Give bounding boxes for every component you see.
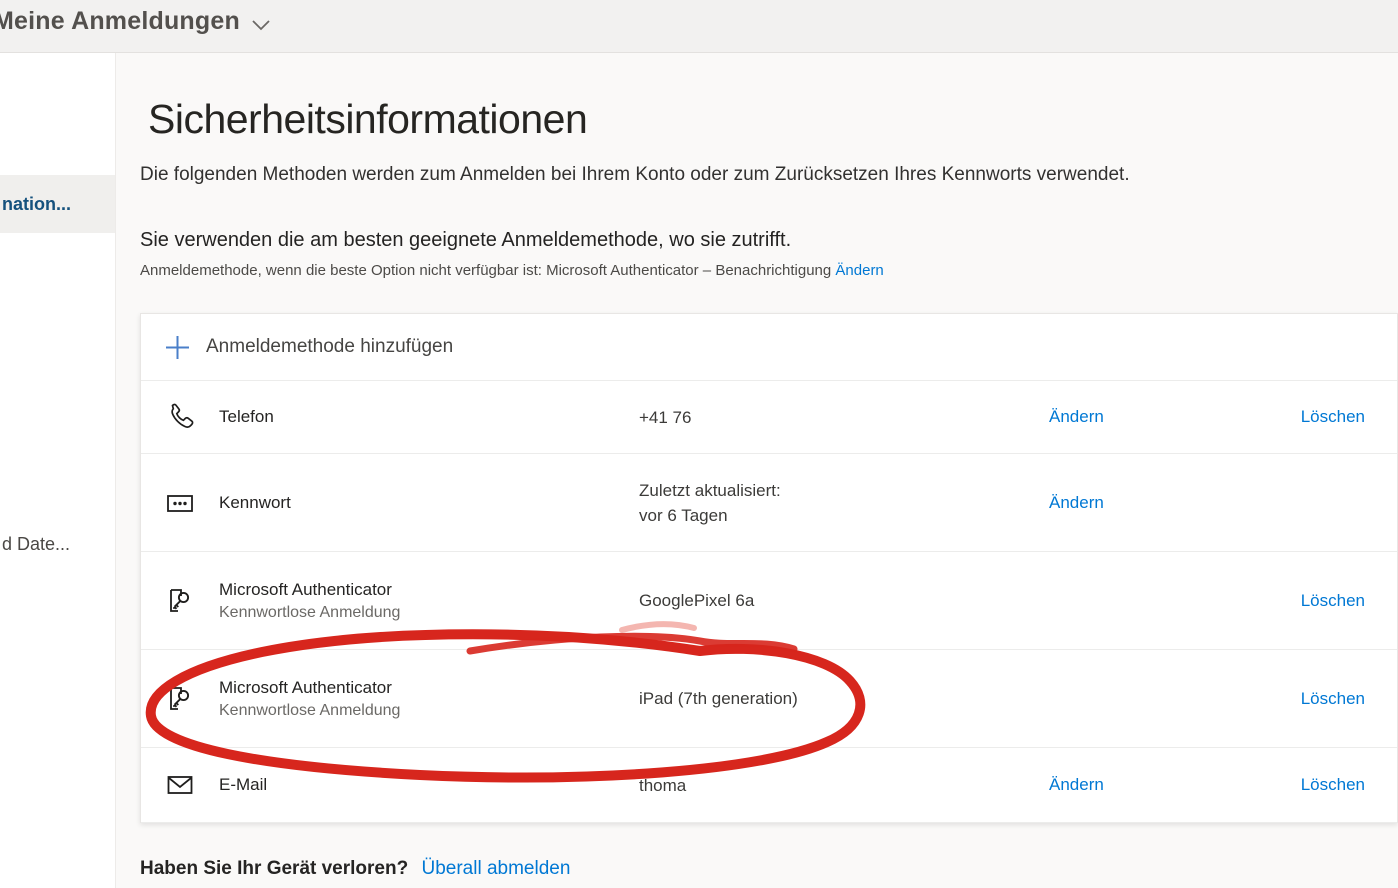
method-value: +41 76: [639, 405, 1049, 430]
app-title-dropdown[interactable]: Meine Anmeldungen: [0, 7, 270, 36]
method-value: Zuletzt aktualisiert:vor 6 Tagen: [639, 478, 1049, 528]
method-label: Kennwort: [219, 493, 639, 513]
add-method-button[interactable]: Anmeldemethode hinzufügen: [141, 314, 1397, 381]
method-row: Kennwort Zuletzt aktualisiert:vor 6 Tage…: [141, 454, 1397, 552]
delete-link[interactable]: Löschen: [1301, 689, 1365, 708]
chevron-down-icon: [252, 19, 270, 31]
method-label: E-Mail: [219, 775, 639, 795]
change-link[interactable]: Ändern: [1049, 775, 1104, 794]
sign-out-everywhere-link[interactable]: Überall abmelden: [421, 858, 570, 879]
method-value: iPad (7th generation): [639, 686, 1049, 711]
method-row: Microsoft Authenticator Kennwortlose Anm…: [141, 552, 1397, 650]
page-subtitle: Die folgenden Methoden werden zum Anmeld…: [140, 164, 1290, 186]
delete-link[interactable]: Löschen: [1301, 407, 1365, 426]
app-title: Meine Anmeldungen: [0, 7, 240, 36]
method-value: GooglePixel 6a: [639, 588, 1049, 613]
sidebar-item-label: d Date...: [2, 534, 70, 555]
sidebar-item-label: nation...: [2, 194, 71, 215]
method-value: thoma: [639, 773, 1049, 798]
change-link[interactable]: Ändern: [1049, 407, 1104, 426]
method-rows: Telefon +41 76 Ändern Löschen Kennwort Z…: [141, 381, 1397, 823]
page-title: Sicherheitsinformationen: [148, 96, 587, 143]
sidebar-item-security-info[interactable]: nation...: [0, 175, 115, 233]
lost-device-question: Haben Sie Ihr Gerät verloren?: [140, 858, 408, 879]
sidebar-nav: nation... d Date...: [0, 53, 116, 888]
method-label: Microsoft Authenticator: [219, 580, 639, 600]
delete-link[interactable]: Löschen: [1301, 591, 1365, 610]
method-row: E-Mail thoma Ändern Löschen: [141, 748, 1397, 823]
main-content: Sicherheitsinformationen Die folgenden M…: [116, 53, 1398, 888]
my-signins-page: Meine Anmeldungen nation... d Date... Si…: [0, 0, 1398, 888]
authenticator-icon: [164, 585, 196, 617]
fallback-method-text: Anmeldemethode, wenn die beste Option ni…: [140, 262, 831, 279]
method-row-annotated: Microsoft Authenticator Kennwortlose Anm…: [141, 650, 1397, 748]
authenticator-icon: [164, 683, 196, 715]
plus-icon: [164, 334, 191, 361]
method-sublabel: Kennwortlose Anmeldung: [219, 604, 639, 622]
method-sublabel: Kennwortlose Anmeldung: [219, 702, 639, 720]
email-icon: [164, 769, 196, 801]
fallback-method-line: Anmeldemethode, wenn die beste Option ni…: [140, 262, 884, 279]
method-row: Telefon +41 76 Ändern Löschen: [141, 381, 1397, 454]
phone-icon: [164, 401, 196, 433]
change-link[interactable]: Ändern: [1049, 493, 1104, 512]
best-method-heading: Sie verwenden die am besten geeignete An…: [140, 229, 791, 252]
method-label: Telefon: [219, 407, 639, 427]
password-icon: [164, 487, 196, 519]
delete-link[interactable]: Löschen: [1301, 775, 1365, 794]
fallback-change-link[interactable]: Ändern: [835, 262, 883, 279]
top-bar: Meine Anmeldungen: [0, 0, 1398, 53]
method-label: Microsoft Authenticator: [219, 678, 639, 698]
add-method-label: Anmeldemethode hinzufügen: [206, 336, 453, 358]
sidebar-item-devices[interactable]: d Date...: [0, 515, 115, 573]
sign-in-methods-card: Anmeldemethode hinzufügen Telefon +41 76…: [140, 313, 1398, 823]
lost-device-line: Haben Sie Ihr Gerät verloren? Überall ab…: [140, 858, 570, 880]
